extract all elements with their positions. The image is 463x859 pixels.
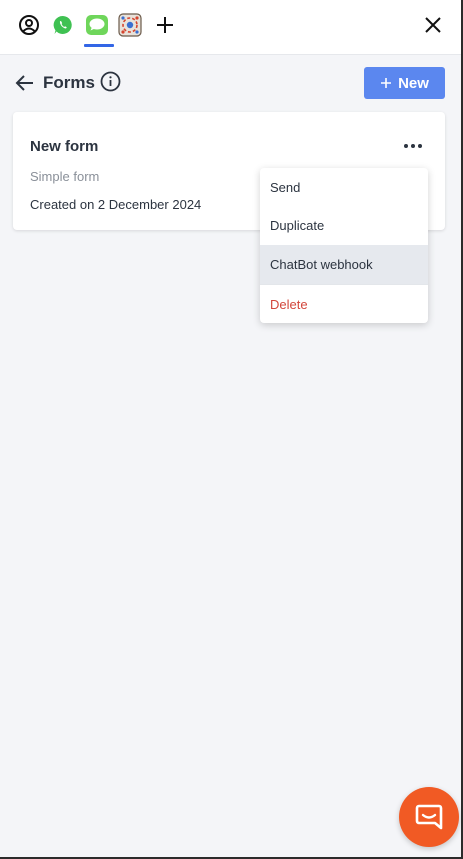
page-title: Forms: [43, 73, 95, 92]
form-actions-menu: Send Duplicate ChatBot webhook Delete: [260, 168, 428, 323]
info-icon[interactable]: [100, 71, 121, 92]
form-created-date: Created on 2 December 2024: [30, 197, 202, 212]
account-circle-icon[interactable]: [17, 13, 41, 37]
new-button-label: New: [398, 74, 429, 92]
form-type: Simple form: [30, 169, 100, 184]
back-arrow-icon[interactable]: [14, 72, 36, 94]
chat-bubble-icon: [415, 804, 443, 830]
form-title: New form: [30, 138, 99, 155]
active-tab-indicator: [84, 44, 114, 47]
menu-item-duplicate[interactable]: Duplicate: [260, 206, 428, 245]
menu-item-send[interactable]: Send: [260, 168, 428, 207]
menu-item-chatbot-webhook[interactable]: ChatBot webhook: [260, 245, 428, 284]
imessage-icon[interactable]: [85, 13, 109, 37]
integration-app-icon[interactable]: [118, 13, 142, 37]
forms-panel: Forms New New form Simple form Created o…: [0, 0, 461, 857]
whatsapp-icon[interactable]: [51, 13, 75, 37]
tab-bar: [0, 0, 461, 55]
plus-icon: [381, 78, 392, 88]
new-form-button[interactable]: New: [364, 67, 445, 99]
menu-item-delete[interactable]: Delete: [260, 285, 428, 323]
more-options-icon[interactable]: [402, 138, 424, 154]
close-icon[interactable]: [421, 13, 445, 37]
add-tab-icon[interactable]: [153, 13, 177, 37]
chat-launcher-button[interactable]: [399, 787, 459, 847]
